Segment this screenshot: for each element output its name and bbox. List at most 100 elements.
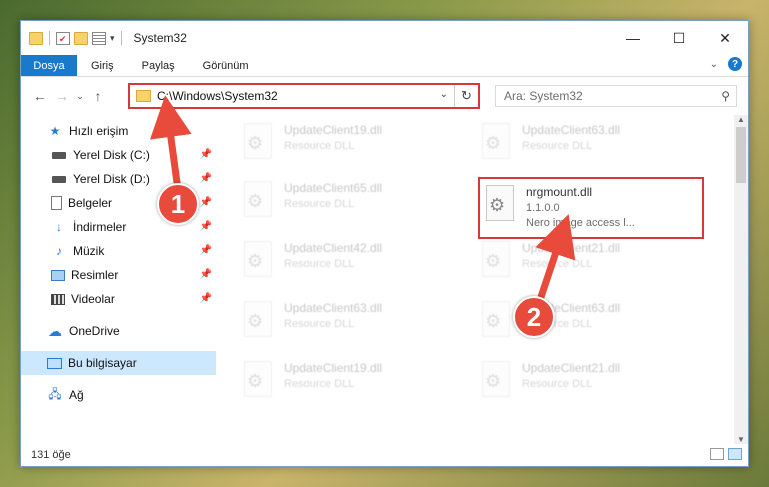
address-bar[interactable]: C:\Windows\System32 ⌄ ↻	[128, 83, 480, 109]
sidebar-item-disk-c[interactable]: Yerel Disk (C:) 📌	[21, 143, 216, 167]
disk-icon	[51, 172, 67, 186]
divider	[120, 31, 122, 45]
properties-icon[interactable]: ✔	[56, 31, 70, 45]
pin-icon[interactable]: 📌	[200, 173, 212, 184]
ribbon-tabs: Dosya Giriş Paylaş Görünüm ⌄ ?	[21, 55, 748, 77]
file-item[interactable]: ⚙ UpdateClient21.dll Resource DLL	[480, 359, 712, 411]
file-name: nrgmount.dll	[526, 185, 593, 199]
navigation-bar: ← → ⌄ ↑ C:\Windows\System32 ⌄ ↻ Ara: Sys…	[21, 77, 748, 115]
details-view-icon[interactable]	[710, 448, 724, 460]
step-marker-2: 2	[513, 296, 555, 338]
pin-icon[interactable]: 📌	[200, 269, 212, 280]
pin-icon[interactable]: 📌	[200, 245, 212, 256]
file-name: UpdateClient63.dll	[284, 301, 383, 315]
refresh-icon[interactable]: ↻	[454, 85, 478, 107]
file-name: UpdateClient65.dll	[284, 181, 383, 195]
close-button[interactable]: ✕	[702, 21, 748, 55]
file-item[interactable]: ⚙ UpdateClient19.dll Resource DLL	[242, 121, 474, 173]
pin-icon[interactable]: 📌	[200, 149, 212, 160]
pin-icon[interactable]: 📌	[200, 221, 212, 232]
file-item[interactable]: ⚙ UpdateClient63.dll Resource DLL	[480, 121, 712, 173]
tab-file[interactable]: Dosya	[21, 55, 77, 76]
sidebar-item-this-pc[interactable]: Bu bilgisayar	[21, 351, 216, 375]
new-folder-icon[interactable]	[74, 31, 88, 45]
pin-icon[interactable]: 📌	[200, 293, 212, 304]
back-arrow-icon[interactable]: ←	[29, 88, 51, 104]
help-icon[interactable]: ?	[728, 57, 742, 71]
sidebar-item-label: Müzik	[73, 244, 105, 258]
file-version: 1.1.0.0	[526, 202, 560, 214]
file-item[interactable]: ⚙ UpdateClient19.dll Resource DLL	[242, 359, 474, 411]
maximize-button[interactable]: ☐	[656, 21, 702, 55]
ribbon-right: ⌄ ?	[710, 57, 742, 71]
recent-locations-icon[interactable]: ⌄	[73, 91, 87, 102]
sidebar-item-label: Yerel Disk (D:)	[73, 172, 150, 186]
dll-file-icon: ⚙	[242, 239, 274, 279]
rename-icon[interactable]	[92, 31, 106, 45]
scroll-up-icon[interactable]: ▲	[734, 115, 748, 124]
file-item[interactable]: ⚙ UpdateClient21.dll Resource DLL	[480, 239, 712, 291]
dll-file-icon: ⚙	[480, 121, 512, 161]
scrollbar-thumb[interactable]	[736, 127, 746, 183]
minimize-button[interactable]: —	[610, 21, 656, 55]
cloud-icon: ☁	[48, 322, 62, 339]
navigation-pane: ★ Hızlı erişim Yerel Disk (C:) 📌 Yerel D…	[21, 115, 216, 444]
dll-file-icon: ⚙	[480, 239, 512, 279]
status-bar: 131 öğe	[21, 444, 748, 466]
sidebar-item-pictures[interactable]: Resimler 📌	[21, 263, 216, 287]
address-path[interactable]: C:\Windows\System32	[157, 89, 278, 103]
file-name: UpdateClient63.dll	[522, 123, 621, 137]
sidebar-item-label: Videolar	[71, 292, 115, 306]
sidebar-item-label: OneDrive	[69, 324, 120, 338]
folder-icon	[136, 90, 151, 102]
sidebar-item-label: Yerel Disk (C:)	[73, 148, 150, 162]
search-input[interactable]: Ara: System32 ⚲	[495, 85, 737, 107]
file-name: UpdateClient19.dll	[284, 123, 383, 137]
chevron-down-icon[interactable]: ⌄	[440, 89, 448, 100]
folder-icon	[29, 31, 43, 45]
file-list: ⚙ UpdateClient19.dll Resource DLL ⚙ Updat…	[216, 115, 748, 444]
star-icon: ★	[49, 124, 61, 138]
sidebar-item-label: Bu bilgisayar	[68, 356, 137, 370]
file-item-nrgmount[interactable]: ⚙ nrgmount.dll 1.1.0.0 Nero image access l…	[478, 177, 704, 239]
file-name: UpdateClient21.dll	[522, 361, 621, 375]
pin-icon[interactable]: 📌	[200, 197, 212, 208]
sidebar-item-music[interactable]: ♪ Müzik 📌	[21, 239, 216, 263]
file-item[interactable]: ⚙ UpdateClient42.dll Resource DLL	[242, 239, 474, 291]
file-description: Resource DLL	[522, 258, 593, 270]
tab-home[interactable]: Giriş	[77, 55, 128, 76]
sidebar-item-onedrive[interactable]: ☁ OneDrive	[21, 319, 216, 343]
sidebar-item-network[interactable]: 🖧 Ağ	[21, 383, 216, 407]
file-description: Resource DLL	[284, 198, 355, 210]
file-description: Resource DLL	[284, 258, 355, 270]
file-name: UpdateClient21.dll	[522, 241, 621, 255]
file-name: UpdateClient19.dll	[284, 361, 383, 375]
sidebar-item-videos[interactable]: Videolar 📌	[21, 287, 216, 311]
vertical-scrollbar[interactable]: ▲ ▼	[734, 115, 748, 444]
scroll-down-icon[interactable]: ▼	[734, 435, 748, 444]
file-description: Resource DLL	[284, 378, 355, 390]
tab-view[interactable]: Görünüm	[189, 55, 263, 76]
tab-share[interactable]: Paylaş	[128, 55, 189, 76]
up-arrow-icon[interactable]: ↑	[87, 88, 109, 104]
music-icon: ♪	[56, 244, 62, 258]
dll-file-icon: ⚙	[480, 299, 512, 339]
tiles-view-icon[interactable]	[728, 448, 742, 460]
chevron-down-icon[interactable]: ▾	[110, 33, 115, 44]
quick-access-toolbar: ✔ ▾	[29, 31, 115, 45]
expand-ribbon-icon[interactable]: ⌄	[710, 59, 718, 70]
sidebar-item-quick-access[interactable]: ★ Hızlı erişim	[21, 119, 216, 143]
search-icon[interactable]: ⚲	[721, 89, 730, 103]
explorer-window: ✔ ▾ System32 — ☐ ✕ Dosya Giriş Paylaş Gö…	[20, 20, 749, 467]
network-icon: 🖧	[48, 386, 62, 401]
file-item[interactable]: ⚙ UpdateClient63.dll Resource DLL	[242, 299, 474, 351]
dll-file-icon: ⚙	[242, 359, 274, 399]
dll-file-icon: ⚙	[484, 183, 516, 223]
file-description: Resource DLL	[284, 140, 355, 152]
search-placeholder: Ara: System32	[504, 89, 583, 103]
forward-arrow-icon[interactable]: →	[51, 88, 73, 104]
file-description: Resource DLL	[284, 318, 355, 330]
step-marker-1: 1	[157, 183, 199, 225]
file-item[interactable]: ⚙ UpdateClient65.dll Resource DLL	[242, 179, 474, 231]
sidebar-item-label: Hızlı erişim	[69, 124, 129, 138]
